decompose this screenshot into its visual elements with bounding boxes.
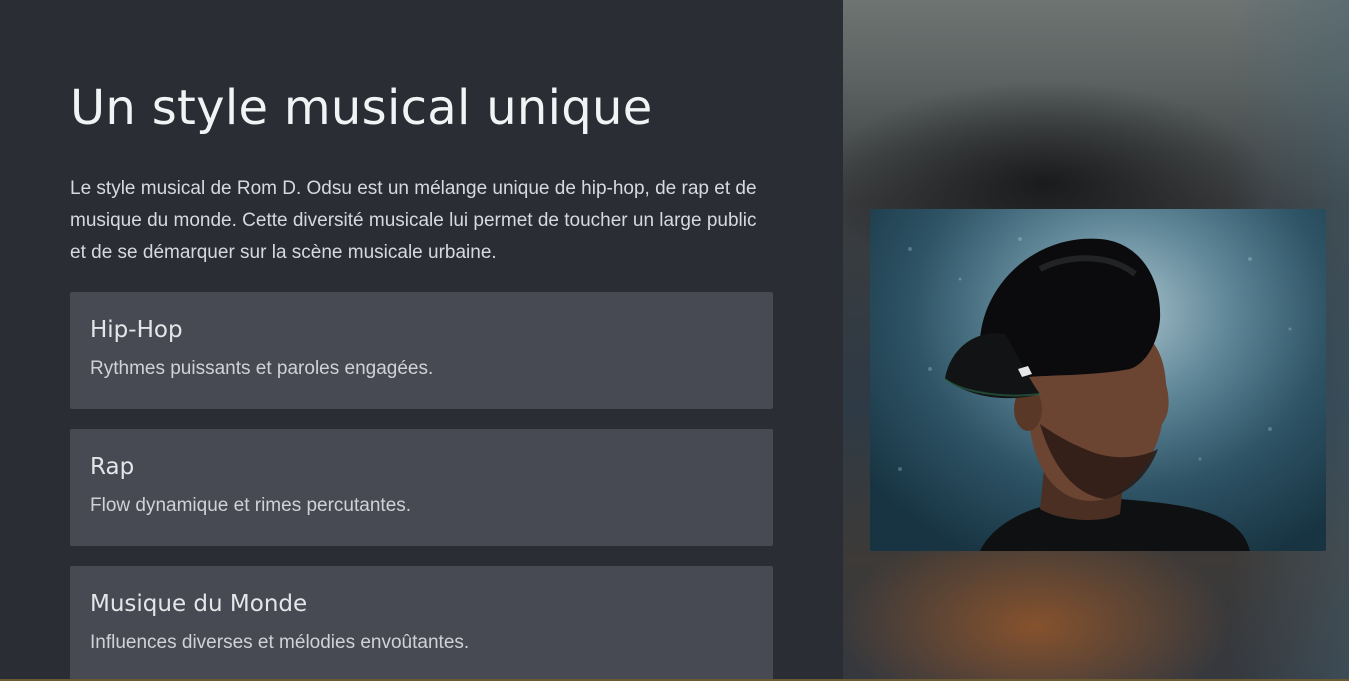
artist-photo xyxy=(870,209,1326,551)
style-card-description: Flow dynamique et rimes percutantes. xyxy=(90,495,412,516)
artist-portrait-illustration xyxy=(898,237,1292,551)
style-card-title: Musique du Monde xyxy=(90,591,308,617)
style-card-description: Influences diverses et mélodies envoûtan… xyxy=(90,632,470,653)
style-card-hip-hop: Hip-Hop Rythmes puissants et paroles eng… xyxy=(70,292,773,409)
section-title: Un style musical unique xyxy=(70,80,653,136)
section-intro: Le style musical de Rom D. Odsu est un m… xyxy=(70,178,757,263)
style-card-world-music: Musique du Monde Influences diverses et … xyxy=(70,566,773,679)
music-style-section: Un style musical unique Le style musical… xyxy=(0,0,1349,681)
content-panel: Un style musical unique Le style musical… xyxy=(0,0,843,679)
style-card-title: Rap xyxy=(90,454,135,480)
style-card-rap: Rap Flow dynamique et rimes percutantes. xyxy=(70,429,773,546)
style-card-description: Rythmes puissants et paroles engagées. xyxy=(90,358,434,379)
style-card-title: Hip-Hop xyxy=(90,317,183,343)
